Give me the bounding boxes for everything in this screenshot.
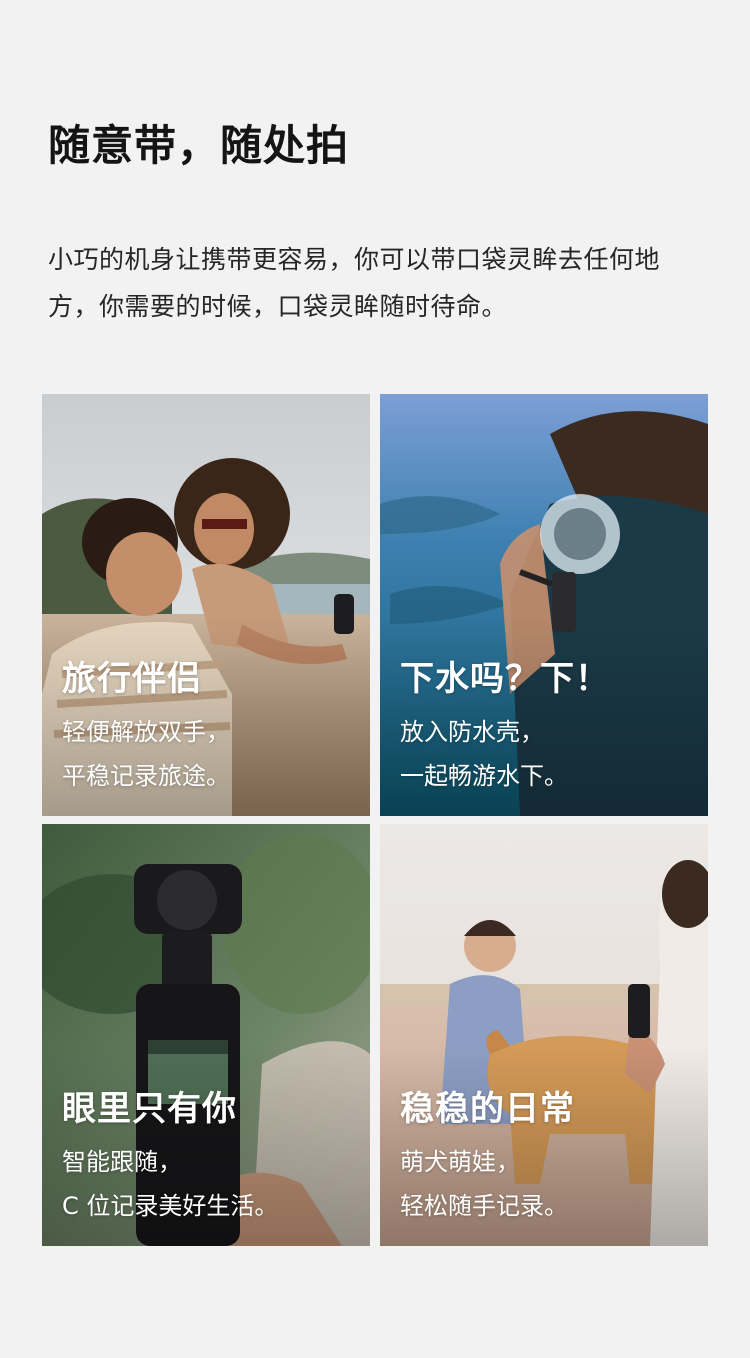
card-desc-line: C 位记录美好生活。 — [62, 1192, 279, 1220]
card-desc-line: 一起畅游水下。 — [400, 762, 568, 790]
page-title: 随意带，随处拍 — [48, 121, 350, 170]
card-text-block: 下水吗？下！ 放入防水壳， 一起畅游水下。 — [400, 656, 610, 798]
feature-card-tracking[interactable]: 眼里只有你 智能跟随， C 位记录美好生活。 — [42, 824, 370, 1246]
feature-card-grid: 旅行伴侣 轻便解放双手， 平稳记录旅途。 下水吗？下！ 放入防水壳， 一起畅游水… — [42, 394, 708, 1246]
card-text-block: 眼里只有你 智能跟随， C 位记录美好生活。 — [62, 1086, 278, 1228]
intro-paragraph: 小巧的机身让携带更容易，你可以带口袋灵眸去任何地方，你需要的时候，口袋灵眸随时待… — [48, 245, 661, 321]
card-desc-line: 萌犬萌娃， — [400, 1148, 520, 1176]
card-title: 稳稳的日常 — [400, 1089, 575, 1129]
card-desc-line: 智能跟随， — [62, 1148, 182, 1176]
card-desc-line: 放入防水壳， — [400, 718, 544, 746]
card-desc-line: 轻便解放双手， — [62, 718, 230, 746]
feature-card-underwater[interactable]: 下水吗？下！ 放入防水壳， 一起畅游水下。 — [380, 394, 708, 816]
card-description: 轻便解放双手， 平稳记录旅途。 — [62, 710, 230, 798]
card-description: 萌犬萌娃， 轻松随手记录。 — [400, 1140, 575, 1228]
card-desc-line: 平稳记录旅途。 — [62, 762, 230, 790]
card-text-block: 旅行伴侣 轻便解放双手， 平稳记录旅途。 — [62, 656, 230, 798]
card-title: 眼里只有你 — [62, 1089, 237, 1129]
feature-card-daily[interactable]: 稳稳的日常 萌犬萌娃， 轻松随手记录。 — [380, 824, 708, 1246]
feature-card-travel[interactable]: 旅行伴侣 轻便解放双手， 平稳记录旅途。 — [42, 394, 370, 816]
card-description: 智能跟随， C 位记录美好生活。 — [62, 1140, 278, 1228]
card-desc-line: 轻松随手记录。 — [400, 1192, 568, 1220]
card-description: 放入防水壳， 一起畅游水下。 — [400, 710, 610, 798]
card-title: 下水吗？下！ — [400, 659, 610, 699]
card-title: 旅行伴侣 — [62, 659, 202, 699]
card-text-block: 稳稳的日常 萌犬萌娃， 轻松随手记录。 — [400, 1086, 575, 1228]
